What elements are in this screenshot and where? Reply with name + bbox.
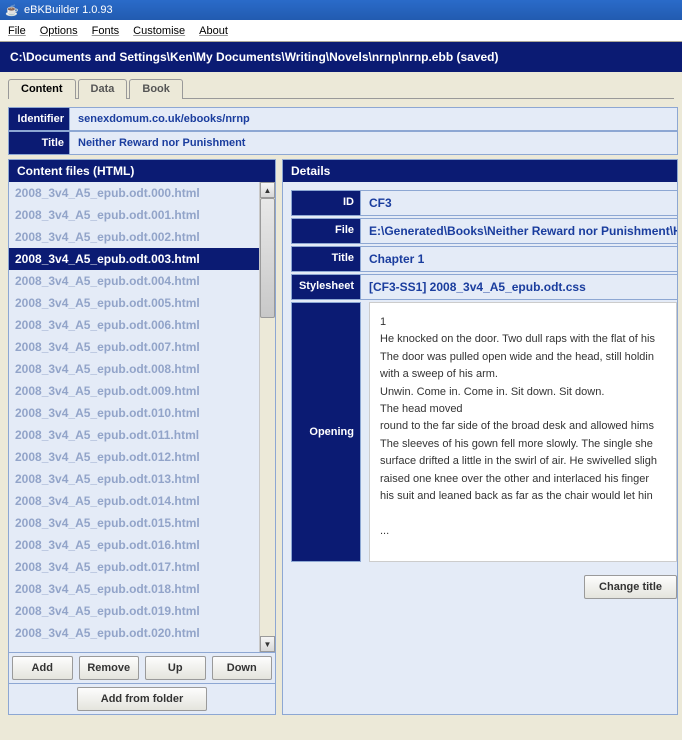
- up-button[interactable]: Up: [145, 656, 206, 680]
- window-title: eBKBuilder 1.0.93: [24, 4, 113, 16]
- identifier-label: Identifier: [8, 107, 70, 131]
- list-item[interactable]: 2008_3v4_A5_epub.odt.013.html: [9, 468, 259, 490]
- list-item[interactable]: 2008_3v4_A5_epub.odt.020.html: [9, 622, 259, 644]
- app-icon: ☕: [4, 3, 20, 17]
- list-item[interactable]: 2008_3v4_A5_epub.odt.008.html: [9, 358, 259, 380]
- scroll-down-icon[interactable]: ▼: [260, 636, 275, 652]
- detail-stylesheet-label: Stylesheet: [291, 274, 361, 300]
- list-item[interactable]: 2008_3v4_A5_epub.odt.003.html: [9, 248, 259, 270]
- list-item[interactable]: 2008_3v4_A5_epub.odt.014.html: [9, 490, 259, 512]
- content-files-heading: Content files (HTML): [9, 160, 275, 182]
- list-item[interactable]: 2008_3v4_A5_epub.odt.018.html: [9, 578, 259, 600]
- scrollbar[interactable]: ▲ ▼: [259, 182, 275, 652]
- opening-preview: 1He knocked on the door. Two dull raps w…: [369, 302, 677, 562]
- remove-button[interactable]: Remove: [79, 656, 140, 680]
- identifier-value[interactable]: senexdomum.co.uk/ebooks/nrnp: [70, 107, 678, 131]
- menu-options[interactable]: Options: [40, 25, 78, 37]
- list-item[interactable]: 2008_3v4_A5_epub.odt.006.html: [9, 314, 259, 336]
- window-titlebar: ☕ eBKBuilder 1.0.93: [0, 0, 682, 20]
- detail-id-label: ID: [291, 190, 361, 216]
- detail-file-label: File: [291, 218, 361, 244]
- detail-title-value: Chapter 1: [361, 246, 677, 272]
- list-item[interactable]: 2008_3v4_A5_epub.odt.011.html: [9, 424, 259, 446]
- list-item[interactable]: 2008_3v4_A5_epub.odt.009.html: [9, 380, 259, 402]
- content-file-list[interactable]: 2008_3v4_A5_epub.odt.000.html2008_3v4_A5…: [9, 182, 259, 652]
- tab-book[interactable]: Book: [129, 79, 183, 99]
- list-item[interactable]: 2008_3v4_A5_epub.odt.001.html: [9, 204, 259, 226]
- detail-id-value: CF3: [361, 190, 677, 216]
- menubar: File Options Fonts Customise About: [0, 20, 682, 42]
- list-item[interactable]: 2008_3v4_A5_epub.odt.010.html: [9, 402, 259, 424]
- detail-file-value: E:\Generated\Books\Neither Reward nor Pu…: [361, 218, 677, 244]
- file-path-bar: C:\Documents and Settings\Ken\My Documen…: [0, 42, 682, 72]
- details-heading: Details: [283, 160, 677, 182]
- menu-about[interactable]: About: [199, 25, 228, 37]
- scroll-track[interactable]: [260, 198, 275, 636]
- add-button[interactable]: Add: [12, 656, 73, 680]
- list-item[interactable]: 2008_3v4_A5_epub.odt.007.html: [9, 336, 259, 358]
- title-value[interactable]: Neither Reward nor Punishment: [70, 131, 678, 155]
- add-from-folder-button[interactable]: Add from folder: [77, 687, 207, 711]
- list-item[interactable]: 2008_3v4_A5_epub.odt.019.html: [9, 600, 259, 622]
- change-title-button[interactable]: Change title: [584, 575, 677, 599]
- detail-title-label: Title: [291, 246, 361, 272]
- content-files-panel: Content files (HTML) 2008_3v4_A5_epub.od…: [8, 159, 276, 715]
- list-item[interactable]: 2008_3v4_A5_epub.odt.005.html: [9, 292, 259, 314]
- tab-content[interactable]: Content: [8, 79, 76, 99]
- menu-fonts[interactable]: Fonts: [92, 25, 120, 37]
- menu-file[interactable]: File: [8, 25, 26, 37]
- list-item[interactable]: 2008_3v4_A5_epub.odt.002.html: [9, 226, 259, 248]
- list-item[interactable]: 2008_3v4_A5_epub.odt.016.html: [9, 534, 259, 556]
- tab-row: Content Data Book: [8, 78, 674, 98]
- file-path: C:\Documents and Settings\Ken\My Documen…: [10, 50, 499, 64]
- detail-stylesheet-value: [CF3-SS1] 2008_3v4_A5_epub.odt.css: [361, 274, 677, 300]
- scroll-up-icon[interactable]: ▲: [260, 182, 275, 198]
- detail-opening-label: Opening: [291, 302, 361, 562]
- details-panel: Details ID CF3 File E:\Generated\Books\N…: [282, 159, 678, 715]
- title-label: Title: [8, 131, 70, 155]
- list-item[interactable]: 2008_3v4_A5_epub.odt.000.html: [9, 182, 259, 204]
- list-item[interactable]: 2008_3v4_A5_epub.odt.015.html: [9, 512, 259, 534]
- tab-data[interactable]: Data: [78, 79, 128, 99]
- scroll-thumb[interactable]: [260, 198, 275, 318]
- list-item[interactable]: 2008_3v4_A5_epub.odt.017.html: [9, 556, 259, 578]
- list-item[interactable]: 2008_3v4_A5_epub.odt.004.html: [9, 270, 259, 292]
- down-button[interactable]: Down: [212, 656, 273, 680]
- list-item[interactable]: 2008_3v4_A5_epub.odt.012.html: [9, 446, 259, 468]
- menu-customise[interactable]: Customise: [133, 25, 185, 37]
